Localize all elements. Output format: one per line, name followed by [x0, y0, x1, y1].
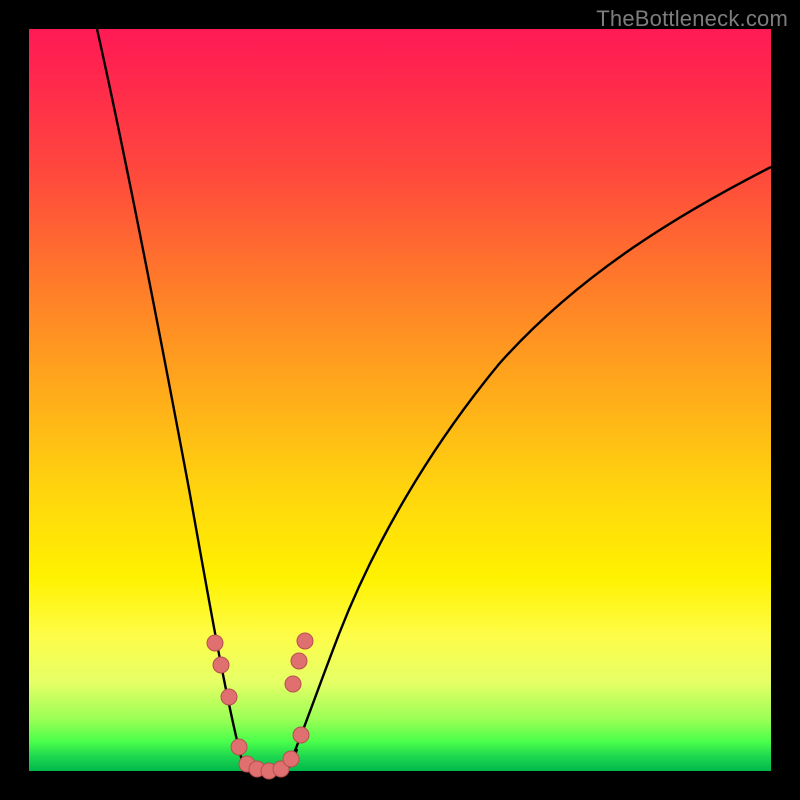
markers-group — [207, 633, 313, 779]
left-curve — [97, 29, 249, 769]
marker — [293, 727, 309, 743]
marker — [291, 653, 307, 669]
chart-svg — [29, 29, 771, 771]
marker — [283, 751, 299, 767]
marker — [285, 676, 301, 692]
marker — [297, 633, 313, 649]
marker — [207, 635, 223, 651]
chart-frame: TheBottleneck.com — [0, 0, 800, 800]
watermark-text: TheBottleneck.com — [596, 6, 788, 32]
right-curve — [287, 167, 771, 769]
marker — [221, 689, 237, 705]
marker — [231, 739, 247, 755]
marker — [213, 657, 229, 673]
